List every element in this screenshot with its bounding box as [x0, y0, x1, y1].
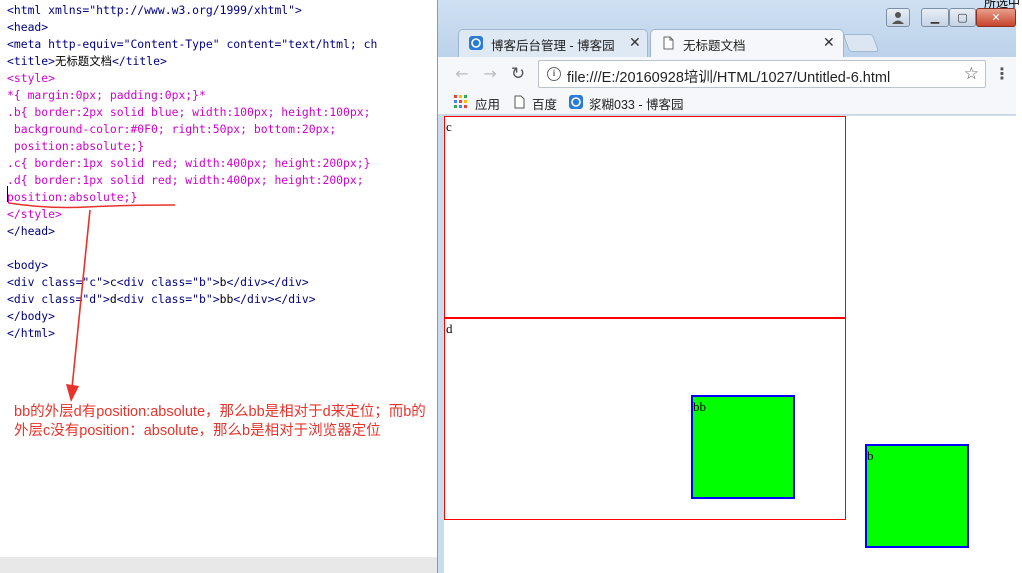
browser-window: 博客后台管理 - 博客园 ✕ 无标题文档 ✕ ▁ ▢ ✕ ← → ↻ i fil…: [437, 0, 1018, 573]
code-token: </div></div>: [233, 292, 316, 306]
div-bb: bb: [691, 395, 795, 499]
back-button[interactable]: ←: [453, 65, 471, 83]
code-token: </title>: [111, 54, 167, 68]
document-icon: [663, 36, 674, 50]
maximize-button[interactable]: ▢: [949, 8, 976, 27]
code-line: .d{ border:1px solid red; width:400px; h…: [7, 172, 364, 189]
code-token: <meta http-equiv="Content-Type" content=…: [7, 37, 378, 51]
code-token: <div class="b">: [116, 275, 220, 289]
address-url: file:///E:/20160928培训/HTML/1027/Untitled…: [567, 70, 891, 86]
tab-title: 博客后台管理 - 博客园: [491, 39, 615, 53]
browser-titlebar: 博客后台管理 - 博客园 ✕ 无标题文档 ✕ ▁ ▢ ✕: [438, 0, 1018, 57]
code-token: <div class="b">: [116, 292, 220, 306]
code-token: .d{ border:1px solid red; width:400px; h…: [7, 173, 364, 187]
bookmark-apps[interactable]: 应用: [475, 94, 500, 113]
forward-button[interactable]: →: [481, 65, 499, 83]
info-icon[interactable]: i: [547, 67, 561, 81]
editor-gutter: [0, 0, 4, 557]
address-bar[interactable]: i file:///E:/20160928培训/HTML/1027/Untitl…: [538, 60, 986, 88]
code-editor[interactable]: <html xmlns="http://www.w3.org/1999/xhtm…: [0, 0, 437, 557]
code-line: <meta http-equiv="Content-Type" content=…: [7, 36, 377, 53]
maximize-icon: ▢: [957, 11, 968, 24]
background-window-edge: [1016, 0, 1022, 573]
div-d-label: d: [446, 321, 453, 336]
minimize-icon: ▁: [930, 11, 940, 24]
code-line: <title>无标题文档</title>: [7, 53, 167, 70]
code-line: <div class="c">c<div class="b">b</div></…: [7, 274, 309, 291]
browser-toolbar: ← → ↻ i file:///E:/20160928培训/HTML/1027/…: [438, 57, 1018, 91]
code-line: *{ margin:0px; padding:0px;}*: [7, 87, 206, 104]
div-b: b: [865, 444, 969, 548]
code-token: <head>: [7, 20, 49, 34]
div-bb-label: bb: [693, 399, 706, 414]
close-icon: ✕: [991, 11, 1001, 24]
bookmark-star-icon[interactable]: ☆: [964, 64, 979, 84]
code-line: <head>: [7, 19, 48, 36]
code-token: background-color:#0F0; right:50px; botto…: [7, 122, 337, 136]
apps-grid-icon: [454, 95, 467, 108]
tab-title: 无标题文档: [683, 39, 746, 53]
code-token: .b{ border:2px solid blue; width:100px; …: [7, 105, 371, 119]
code-line: background-color:#0F0; right:50px; botto…: [7, 121, 336, 138]
code-line: <html xmlns="http://www.w3.org/1999/xhtm…: [7, 2, 302, 19]
code-line: </body>: [7, 308, 55, 325]
code-token: bb: [219, 292, 234, 306]
reload-button[interactable]: ↻: [509, 65, 527, 83]
code-line: <div class="d">d<div class="b">bb</div><…: [7, 291, 316, 308]
code-token: <body>: [7, 258, 49, 272]
tab-close-icon[interactable]: ✕: [629, 35, 641, 51]
user-icon: [892, 12, 904, 24]
code-token: *{ margin:0px; padding:0px;}*: [7, 88, 206, 102]
code-token: 无标题文档: [55, 54, 112, 68]
code-token: </body>: [7, 309, 56, 323]
bookmark-cnblogs[interactable]: 浆糊033 - 博客园: [589, 94, 683, 113]
code-token: </html>: [7, 326, 56, 340]
red-arrow: [66, 209, 91, 402]
minimize-button[interactable]: ▁: [921, 8, 949, 27]
code-token: d: [109, 292, 117, 306]
background-window-text: 所选中: [984, 0, 1021, 10]
tab-blog-admin[interactable]: 博客后台管理 - 博客园 ✕: [458, 29, 648, 57]
bookmarks-bar: 应用 百度 浆糊033 - 博客园: [438, 91, 1018, 115]
menu-button[interactable]: ⋮: [994, 66, 1010, 84]
code-token: position:absolute;}: [7, 139, 145, 153]
div-c-label: c: [446, 119, 452, 134]
code-line: <body>: [7, 257, 48, 274]
page-icon: [514, 95, 525, 109]
cnblogs-icon: [469, 36, 483, 50]
annotation-text: bb的外层d有position:absolute，那么bb是相对于d来定位；而b…: [14, 404, 426, 439]
code-token: .c{ border:1px solid red; width:400px; h…: [7, 156, 371, 170]
div-c: c: [444, 116, 846, 318]
code-token: <style>: [7, 71, 56, 85]
bookmark-baidu[interactable]: 百度: [532, 94, 557, 113]
tab-untitled-doc[interactable]: 无标题文档 ✕: [650, 29, 844, 57]
code-token: </head>: [7, 224, 56, 238]
code-token: <title>: [7, 54, 56, 68]
code-line: </html>: [7, 325, 55, 342]
tab-close-icon[interactable]: ✕: [823, 35, 835, 51]
page-viewport[interactable]: c d bb b: [444, 116, 1018, 573]
code-line: .c{ border:1px solid red; width:400px; h…: [7, 155, 370, 172]
code-line: <style>: [7, 70, 55, 87]
new-tab-button[interactable]: [842, 34, 880, 52]
code-token: <html xmlns="http://www.w3.org/1999/xhtm…: [7, 3, 302, 17]
code-line: .b{ border:2px solid blue; width:100px; …: [7, 104, 370, 121]
code-token: </div></div>: [226, 275, 309, 289]
div-d: d bb: [444, 318, 846, 520]
code-token: c: [109, 275, 117, 289]
code-line: position:absolute;}: [7, 138, 144, 155]
code-line: </head>: [7, 223, 55, 240]
cnblogs-icon: [569, 95, 583, 109]
editor-status-strip: [0, 557, 437, 573]
div-b-label: b: [867, 448, 874, 463]
user-button[interactable]: [886, 8, 910, 27]
